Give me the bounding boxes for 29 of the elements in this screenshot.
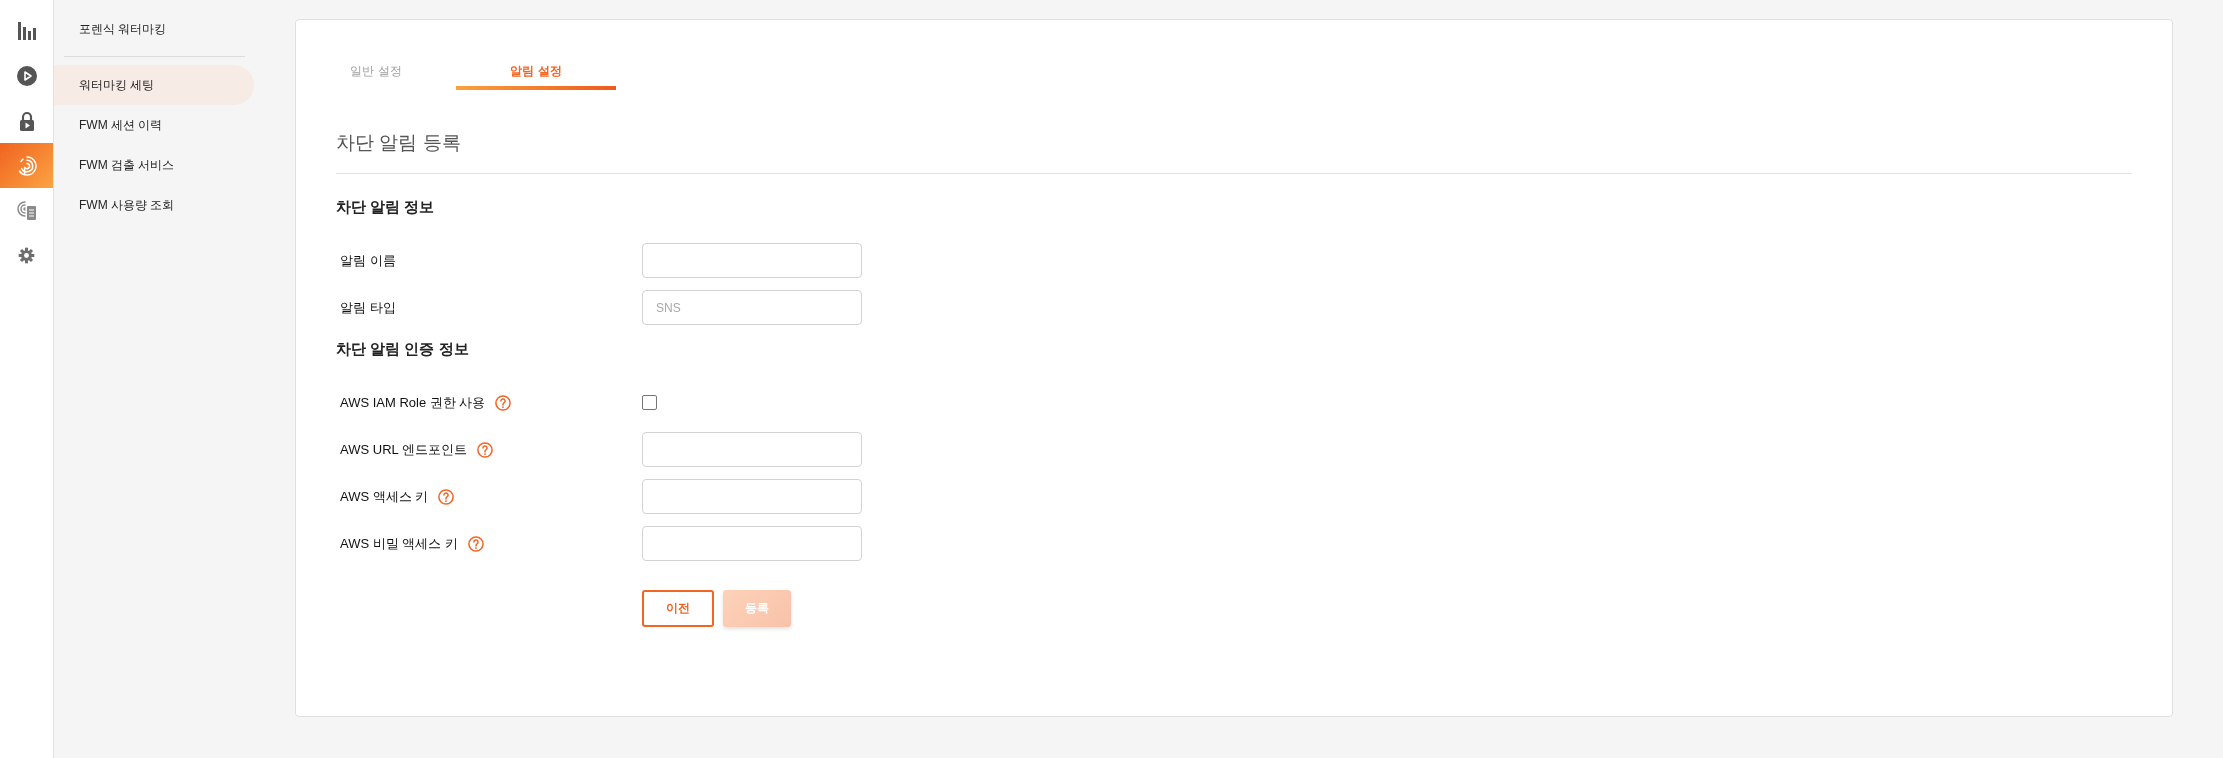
field-label: 알림 타입 [340, 298, 396, 317]
sidebar-item[interactable]: 워터마킹 세팅 [54, 65, 254, 105]
bar-chart-icon [16, 20, 37, 41]
help-icon[interactable] [476, 441, 493, 458]
text-field[interactable] [642, 526, 862, 561]
gear-icon [18, 247, 35, 264]
sidebar-item[interactable]: FWM 사용량 조회 [54, 185, 254, 225]
field-label: AWS IAM Role 권한 사용 [340, 393, 486, 412]
sidebar-title: 포렌식 워터마킹 [78, 21, 167, 38]
field-label: AWS 액세스 키 [340, 487, 429, 506]
section-heading: 차단 알림 정보 [336, 197, 436, 217]
checkbox[interactable] [642, 395, 657, 410]
play-circle-icon [16, 65, 37, 86]
text-field[interactable] [642, 432, 862, 467]
fingerprint-document-icon [16, 200, 37, 221]
sidebar-item[interactable]: FWM 세션 이력 [54, 105, 254, 145]
text-field[interactable] [642, 479, 862, 514]
page-title: 차단 알림 등록 [336, 130, 2132, 174]
help-icon[interactable] [467, 535, 484, 552]
sidebar-item[interactable]: FWM 검출 서비스 [54, 145, 254, 185]
section-heading: 차단 알림 인증 정보 [336, 339, 470, 359]
field-label: AWS 비밀 액세스 키 [340, 534, 458, 553]
help-icon[interactable] [438, 488, 455, 505]
fingerprint-icon [16, 155, 37, 176]
text-field[interactable]: SNS [642, 290, 862, 325]
help-icon[interactable] [495, 394, 512, 411]
text-field[interactable] [642, 243, 862, 278]
field-label: 알림 이름 [340, 251, 396, 270]
field-label: AWS URL 엔드포인트 [340, 440, 467, 459]
